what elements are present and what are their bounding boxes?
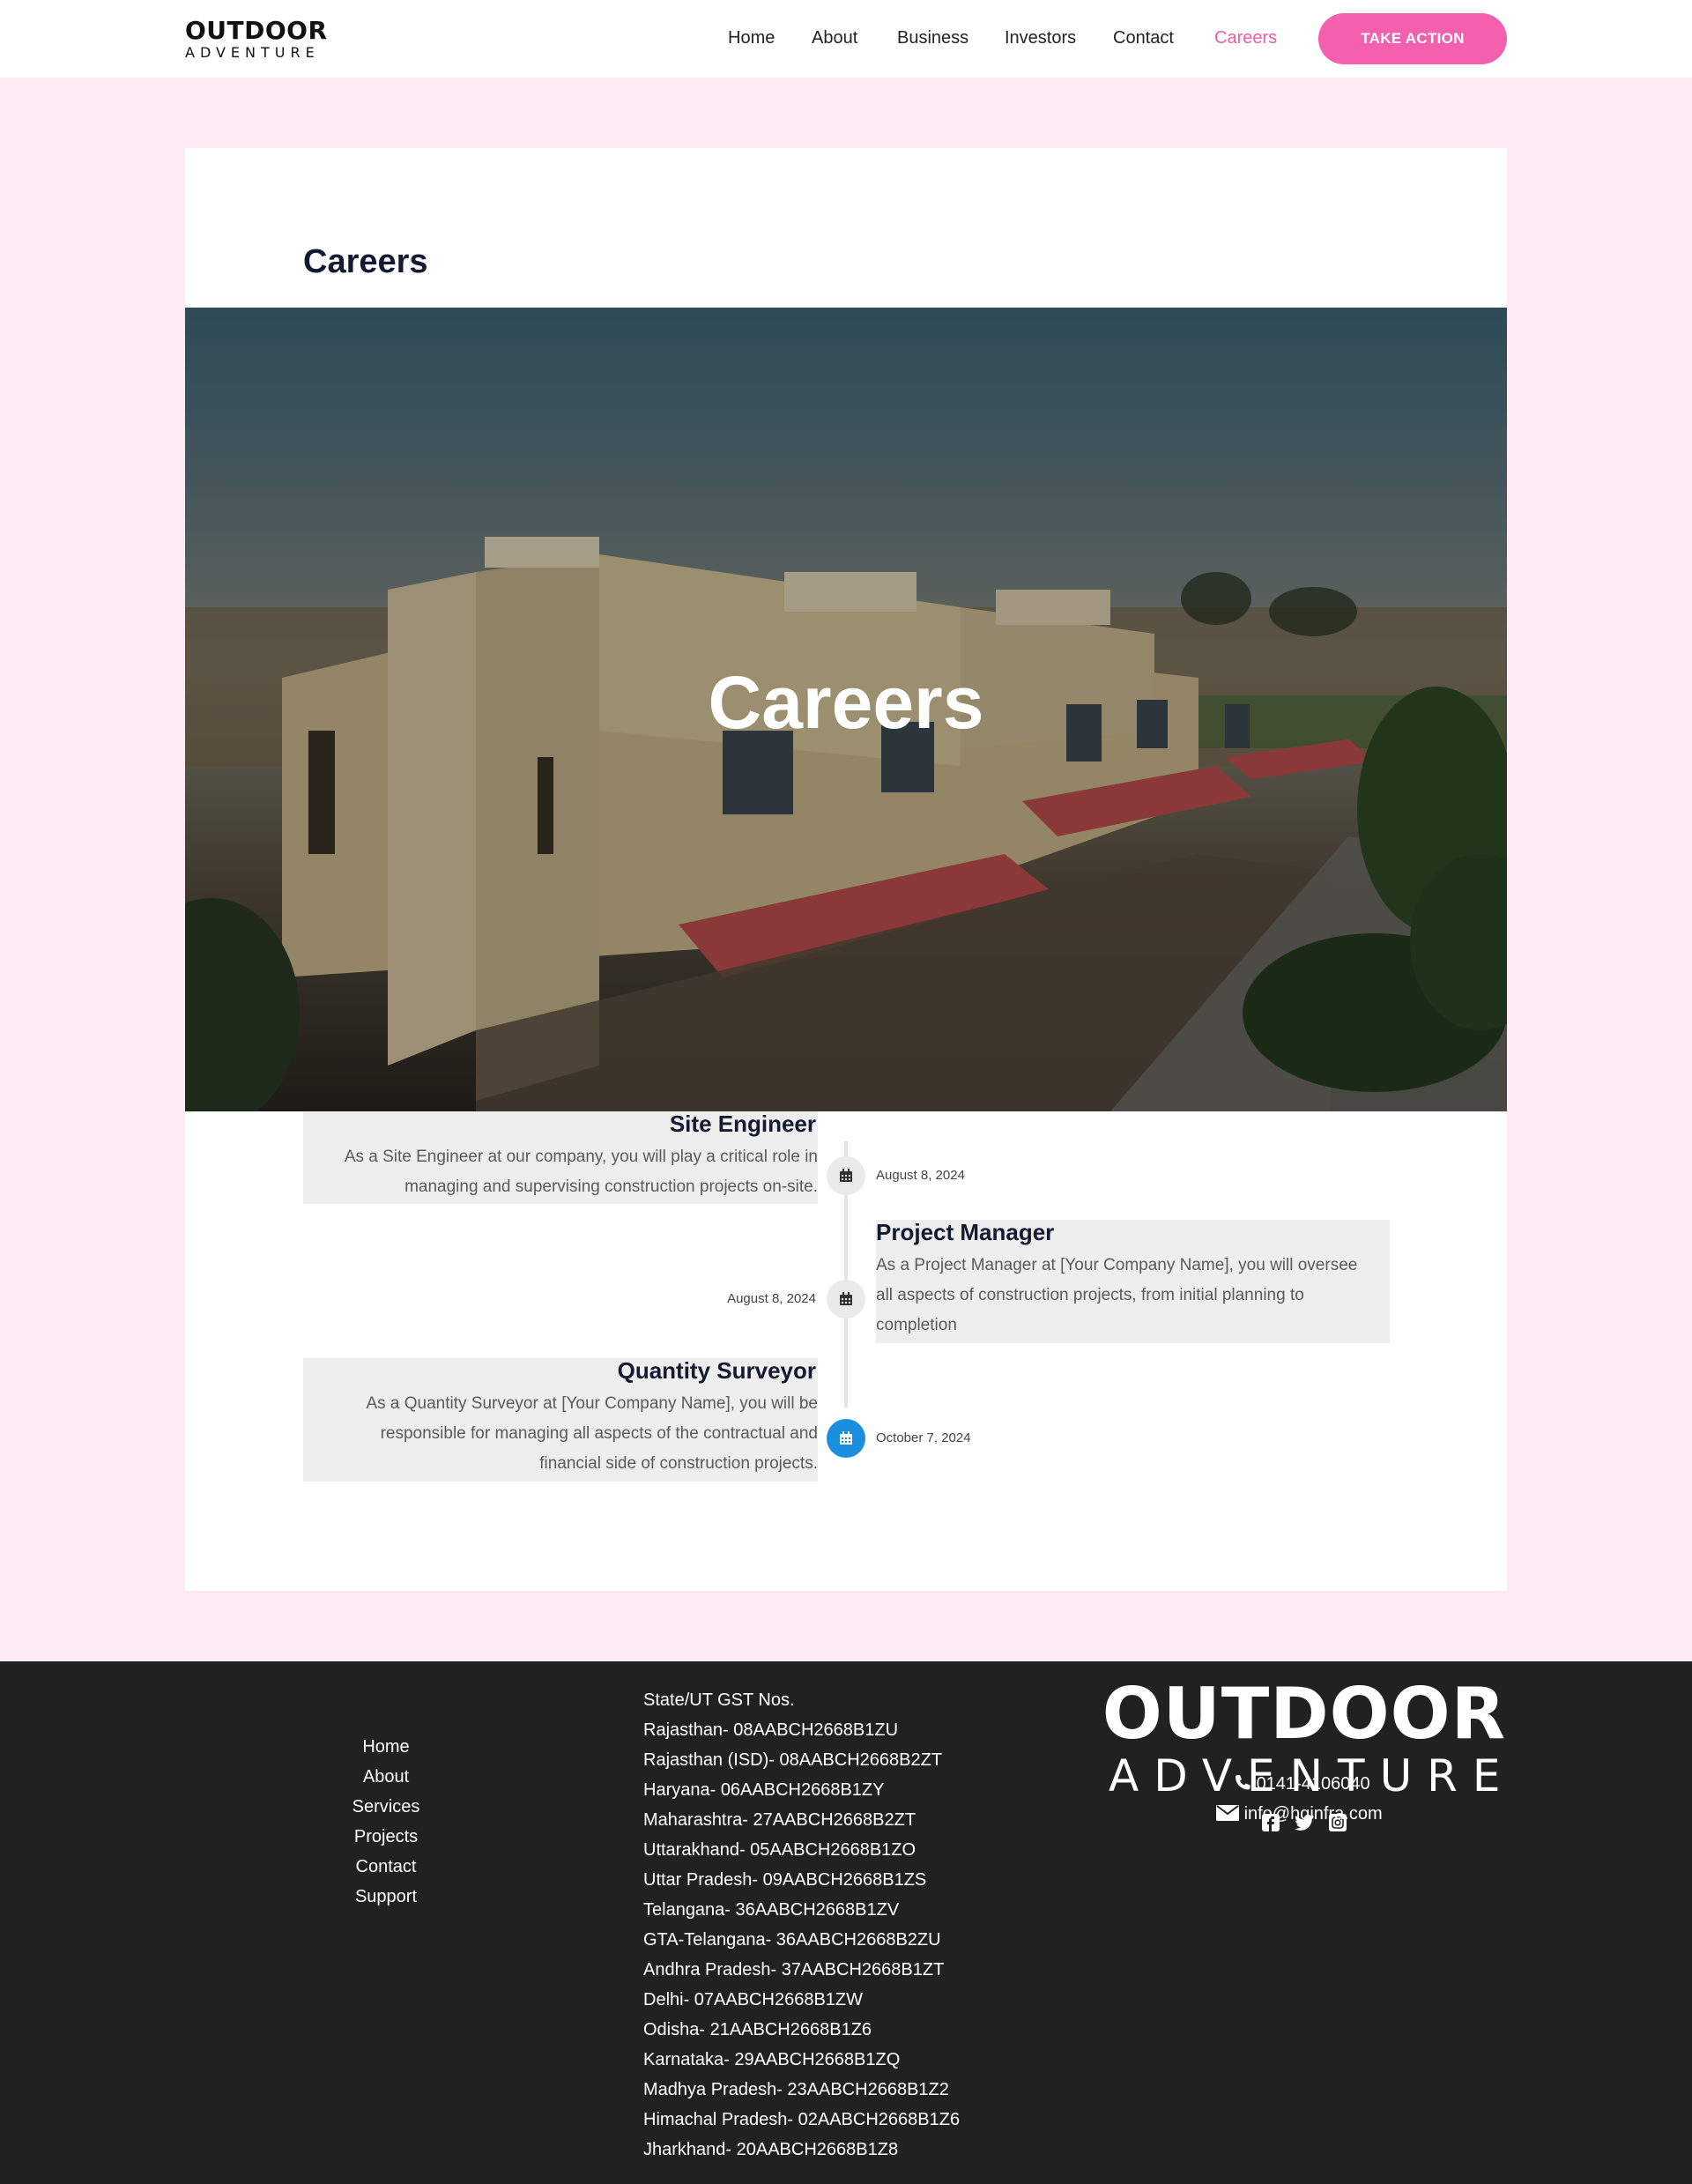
phone-icon	[1236, 1775, 1250, 1790]
hero-title: Careers	[708, 661, 984, 744]
footer-link-contact[interactable]: Contact	[298, 1852, 474, 1882]
timeline-date: October 7, 2024	[876, 1430, 971, 1445]
gst-item: Rajasthan (ISD)- 08AABCH2668B2ZT	[643, 1750, 943, 1770]
nav-business[interactable]: Business	[897, 26, 968, 49]
gst-item: Uttarakhand- 05AABCH2668B1ZO	[643, 1840, 916, 1860]
gst-item: Andhra Pradesh- 37AABCH2668B1ZT	[643, 1960, 945, 1980]
footer-link-services[interactable]: Services	[298, 1792, 474, 1822]
timeline-dot	[827, 1280, 865, 1319]
nav-careers[interactable]: Careers	[1214, 26, 1277, 49]
timeline-date: August 8, 2024	[876, 1168, 965, 1183]
timeline-date: August 8, 2024	[727, 1291, 816, 1306]
footer-logo-top: OUTDOOR	[1102, 1673, 1507, 1755]
gst-item: GTA-Telangana- 36AABCH2668B2ZU	[643, 1930, 941, 1950]
gst-item: Madhya Pradesh- 23AABCH2668B1Z2	[643, 2080, 949, 2099]
timeline-text: As a Quantity Surveyor at [Your Company …	[366, 1394, 818, 1473]
nav-home[interactable]: Home	[728, 26, 775, 49]
gst-item: Odisha- 21AABCH2668B1Z6	[643, 2020, 872, 2039]
main-content-card: Careers Careers Site Engineer As a Site …	[185, 148, 1507, 1591]
footer-link-about[interactable]: About	[298, 1762, 474, 1792]
site-header: OUTDOOR ADVENTURE Home About Business In…	[0, 0, 1692, 78]
site-footer: Home About Services Projects Contact Sup…	[0, 1661, 1692, 2184]
gst-item: Telangana- 36AABCH2668B1ZV	[643, 1900, 900, 1920]
email-address: info@hginfra.com	[1243, 1804, 1383, 1824]
footer-link-home[interactable]: Home	[298, 1732, 474, 1762]
gst-item: Jharkhand- 20AABCH2668B1Z8	[643, 2140, 899, 2159]
calendar-icon	[840, 1169, 852, 1182]
calendar-icon	[840, 1292, 852, 1305]
page-title: Careers	[303, 243, 428, 280]
nav-investors[interactable]: Investors	[1005, 26, 1076, 49]
gst-item: Uttar Pradesh- 09AABCH2668B1ZS	[643, 1870, 927, 1890]
mail-icon	[1216, 1805, 1239, 1821]
footer-links: Home About Services Projects Contact Sup…	[298, 1732, 474, 1912]
gst-heading: State/UT GST Nos.	[643, 1690, 795, 1710]
calendar-icon	[840, 1431, 852, 1445]
gst-item: Himachal Pradesh- 02AABCH2668B1Z6	[643, 2110, 961, 2129]
nav-contact[interactable]: Contact	[1113, 26, 1174, 49]
footer-link-projects[interactable]: Projects	[298, 1822, 474, 1852]
gst-item: Haryana- 06AABCH2668B1ZY	[643, 1780, 885, 1800]
timeline-title: Site Engineer	[669, 1111, 816, 1137]
timeline-title: Quantity Surveyor	[617, 1357, 816, 1384]
take-action-button[interactable]: TAKE ACTION	[1318, 13, 1507, 64]
footer-phone[interactable]: 0141-4106040	[1234, 1774, 1370, 1794]
nav-about[interactable]: About	[812, 26, 857, 49]
gst-item: Delhi- 07AABCH2668B1ZW	[643, 1990, 863, 2009]
footer-email[interactable]: info@hginfra.com	[1216, 1804, 1383, 1824]
timeline-text: As a Project Manager at [Your Company Na…	[876, 1256, 1358, 1334]
hero-banner: Careers	[185, 308, 1507, 1111]
phone-number: 0141-4106040	[1256, 1774, 1370, 1794]
gst-item: Rajasthan- 08AABCH2668B1ZU	[643, 1720, 899, 1740]
gst-list: State/UT GST Nos. Rajasthan- 08AABCH2668…	[643, 1685, 1013, 2165]
timeline-dot	[827, 1156, 865, 1195]
gst-item: Karnataka- 29AABCH2668B1ZQ	[643, 2050, 901, 2069]
footer-link-support[interactable]: Support	[298, 1882, 474, 1912]
timeline-title: Project Manager	[876, 1219, 1055, 1245]
gst-item: Maharashtra- 27AABCH2668B2ZT	[643, 1810, 916, 1830]
timeline-text: As a Site Engineer at our company, you w…	[344, 1148, 818, 1196]
timeline-dot-active	[827, 1419, 865, 1458]
